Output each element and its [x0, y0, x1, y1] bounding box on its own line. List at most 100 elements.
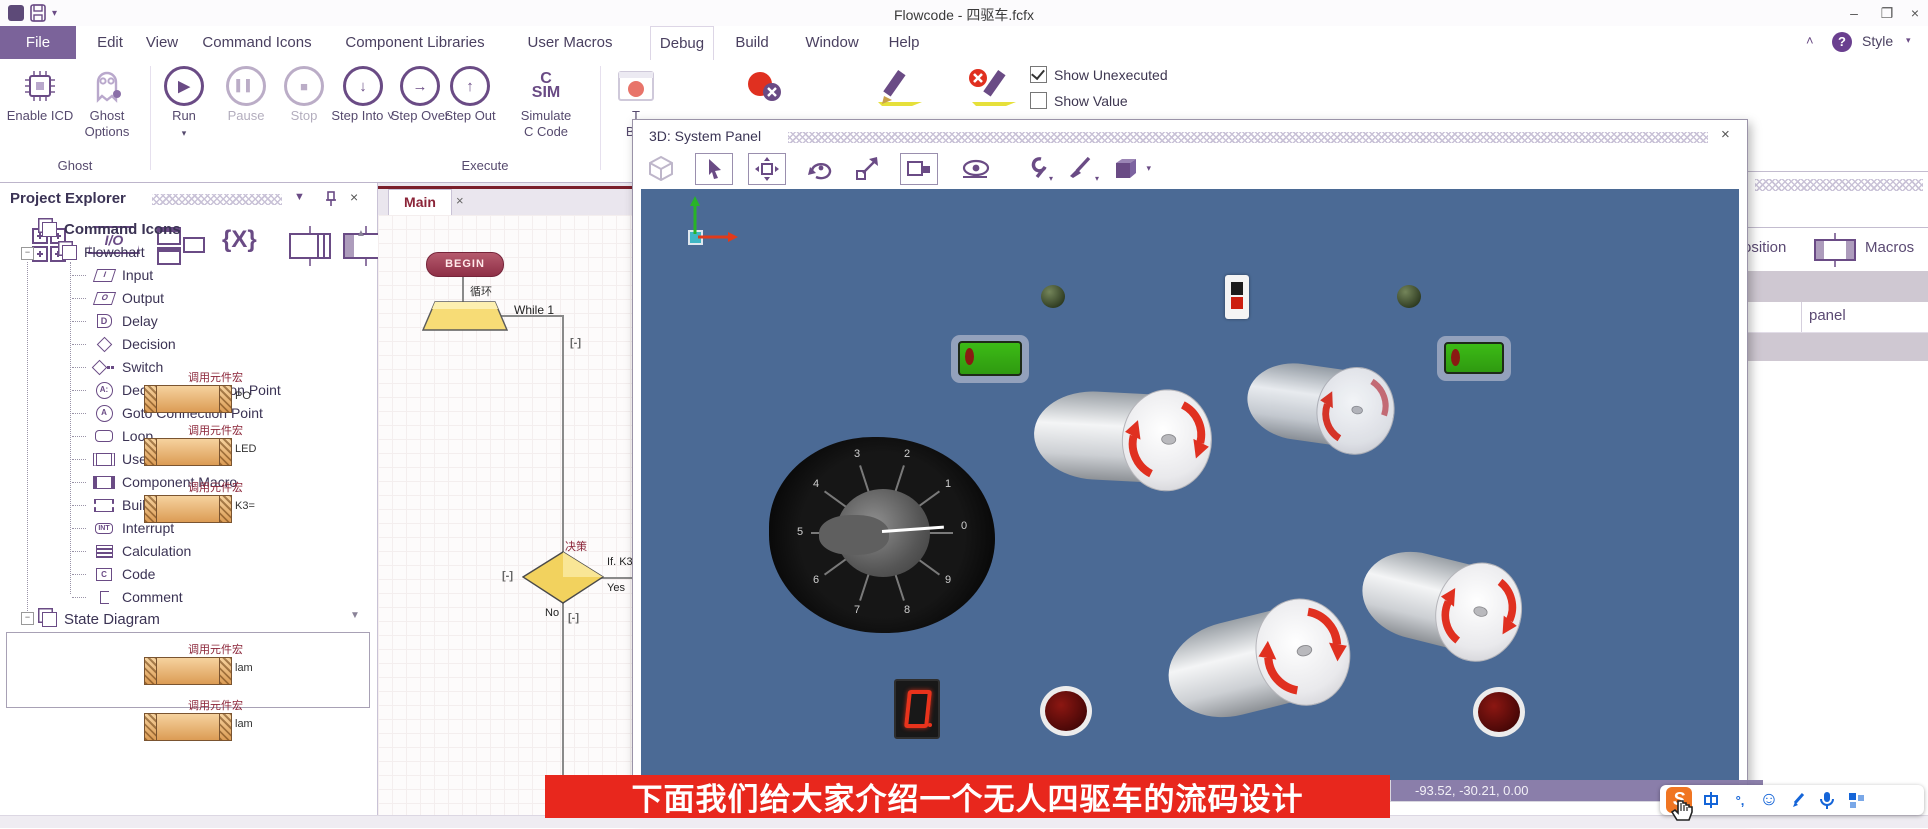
red-sphere-led[interactable]	[1473, 687, 1525, 737]
panel-dropdown-icon[interactable]: ▼	[294, 191, 305, 203]
enable-icd-button[interactable]: Enable ICD	[6, 64, 74, 124]
expand-icon[interactable]: −	[21, 247, 34, 260]
collapse-mark[interactable]: [-]	[502, 570, 513, 582]
menu-command-icons[interactable]: Command Icons	[198, 26, 316, 59]
3d-system-panel-window[interactable]: 3D: System Panel × ▾ ▾ ▾	[632, 119, 1748, 817]
scroll-up-icon[interactable]: ▲	[356, 228, 366, 239]
panel-row-value[interactable]: panel	[1809, 307, 1846, 324]
step-out-button[interactable]: ↑ Step Out	[436, 64, 504, 124]
flow-component-macro[interactable]	[144, 713, 232, 741]
show-unexecuted-checkbox[interactable]: Show Unexecuted	[1030, 66, 1168, 83]
tree-item-state-diagram[interactable]: State Diagram	[42, 608, 160, 630]
flow-component-macro[interactable]	[144, 385, 232, 413]
menu-window[interactable]: Window	[800, 26, 864, 59]
tree-item-comment[interactable]: Comment	[72, 586, 183, 608]
style-dropdown-icon[interactable]: ▾	[1906, 35, 1911, 46]
dc-motor[interactable]	[1242, 352, 1401, 458]
show-value-checkbox[interactable]: Show Value	[1030, 92, 1128, 109]
tab-close-icon[interactable]: ×	[456, 193, 464, 208]
tree-item-delay[interactable]: DDelay	[72, 310, 158, 332]
paintbrush-tool[interactable]: ▾	[1063, 153, 1099, 183]
menu-build[interactable]: Build	[728, 26, 776, 59]
menu-user-macros[interactable]: User Macros	[520, 26, 620, 59]
tree-item-calculation[interactable]: Calculation	[72, 540, 191, 562]
flow-decision-node[interactable]	[522, 551, 604, 604]
tree-item-decision[interactable]: Decision	[72, 333, 176, 355]
panel-close-icon[interactable]: ×	[350, 189, 358, 205]
wrench-tool[interactable]: ▾	[1017, 153, 1053, 183]
green-sphere-led[interactable]	[1041, 285, 1065, 308]
pe-tool-macros-icon[interactable]: {X}	[222, 226, 257, 254]
3d-panel-drag-handle[interactable]	[788, 132, 1708, 143]
flow-component-macro[interactable]	[144, 438, 232, 466]
menu-view[interactable]: View	[140, 26, 184, 59]
seven-segment-display[interactable]	[894, 679, 940, 739]
3d-panel-close-icon[interactable]: ×	[1721, 126, 1730, 143]
rocker-switch[interactable]	[1225, 275, 1249, 319]
ime-emoji-icon[interactable]: ☺	[1759, 789, 1779, 811]
help-icon[interactable]: ?	[1832, 32, 1852, 52]
pin-icon[interactable]	[324, 190, 338, 206]
rotate-tool[interactable]	[803, 153, 839, 183]
red-sphere-led[interactable]	[1040, 686, 1092, 736]
ime-pen-icon[interactable]	[1788, 789, 1808, 811]
expand-icon[interactable]: −	[21, 612, 34, 625]
ime-microphone-icon[interactable]	[1817, 789, 1837, 811]
flow-component-macro[interactable]	[144, 657, 232, 685]
close-button[interactable]: ×	[1904, 4, 1926, 22]
ghost-options-button[interactable]: Ghost Options	[70, 64, 144, 140]
view-eye-tool[interactable]	[958, 153, 994, 183]
menu-edit[interactable]: Edit	[88, 26, 132, 59]
tree-item-input[interactable]: IInput	[72, 264, 153, 286]
tree-item-output[interactable]: OOutput	[72, 287, 164, 309]
green-led-bar[interactable]	[1437, 336, 1511, 381]
rotary-dial[interactable]: 0 1 2 3 4 5 6 7 8 9	[769, 437, 995, 633]
tree-item-loop[interactable]: Loop	[72, 425, 153, 447]
ime-toolbar[interactable]: S °, ☺	[1660, 785, 1924, 815]
maximize-button[interactable]: ❐	[1876, 4, 1898, 22]
panel-row[interactable]	[1747, 271, 1928, 302]
ime-language-icon[interactable]	[1701, 789, 1721, 811]
panel-drag-handle[interactable]	[152, 194, 282, 205]
menu-file[interactable]: File	[0, 26, 76, 59]
ime-skin-grid-icon[interactable]	[1846, 789, 1866, 811]
tree-item-switch[interactable]: Switch	[72, 356, 163, 378]
collapse-mark[interactable]: [-]	[568, 612, 579, 624]
flow-loop-node[interactable]	[422, 301, 508, 331]
panel-row[interactable]	[1747, 333, 1928, 361]
pe-tool-component-icon[interactable]	[284, 226, 336, 266]
style-menu[interactable]: Style	[1862, 33, 1893, 49]
move-tool[interactable]	[748, 153, 786, 185]
dc-motor[interactable]	[1157, 588, 1361, 735]
flow-begin-node[interactable]: BEGIN	[426, 252, 504, 277]
run-button[interactable]: ▶ Run▾	[150, 64, 218, 141]
tree-item-flowchart[interactable]: Flowchart	[62, 241, 145, 263]
profile-pencil-icon[interactable]	[872, 66, 924, 108]
minimize-button[interactable]: –	[1843, 4, 1865, 22]
green-sphere-led[interactable]	[1397, 285, 1421, 308]
flow-component-macro[interactable]	[144, 495, 232, 523]
reset-profile-icon[interactable]	[966, 66, 1018, 108]
ime-punctuation-icon[interactable]: °,	[1730, 789, 1750, 811]
collapse-mark[interactable]: [-]	[570, 337, 581, 349]
green-led-bar[interactable]	[951, 335, 1029, 383]
ribbon-collapse-icon[interactable]: ˄	[1806, 33, 1814, 48]
dc-motor[interactable]	[1032, 382, 1215, 491]
menu-help[interactable]: Help	[882, 26, 926, 59]
scroll-down-icon[interactable]: ▼	[350, 610, 360, 621]
tree-item-code[interactable]: CCode	[72, 563, 155, 585]
3d-viewport[interactable]: 0 1 2 3 4 5 6 7 8 9	[641, 189, 1739, 780]
tab-main[interactable]: Main	[388, 189, 452, 215]
stop-button[interactable]: ■ Stop	[270, 64, 338, 124]
panel-drag-handle[interactable]	[1755, 179, 1923, 191]
resize-tool[interactable]	[850, 153, 886, 183]
tree-item-command-icons[interactable]: Command Icons	[42, 218, 181, 240]
menu-component-libraries[interactable]: Component Libraries	[340, 26, 490, 59]
dc-motor[interactable]	[1352, 535, 1533, 669]
simulate-c-code-button[interactable]: CSIM SimulateC Code	[508, 64, 584, 140]
clear-all-breakpoints-icon[interactable]	[742, 68, 788, 108]
menu-debug[interactable]: Debug	[650, 26, 714, 61]
select-cursor-tool[interactable]	[695, 153, 733, 185]
material-cube-tool[interactable]: ▾	[1107, 153, 1143, 183]
box-select-tool[interactable]	[900, 153, 938, 185]
